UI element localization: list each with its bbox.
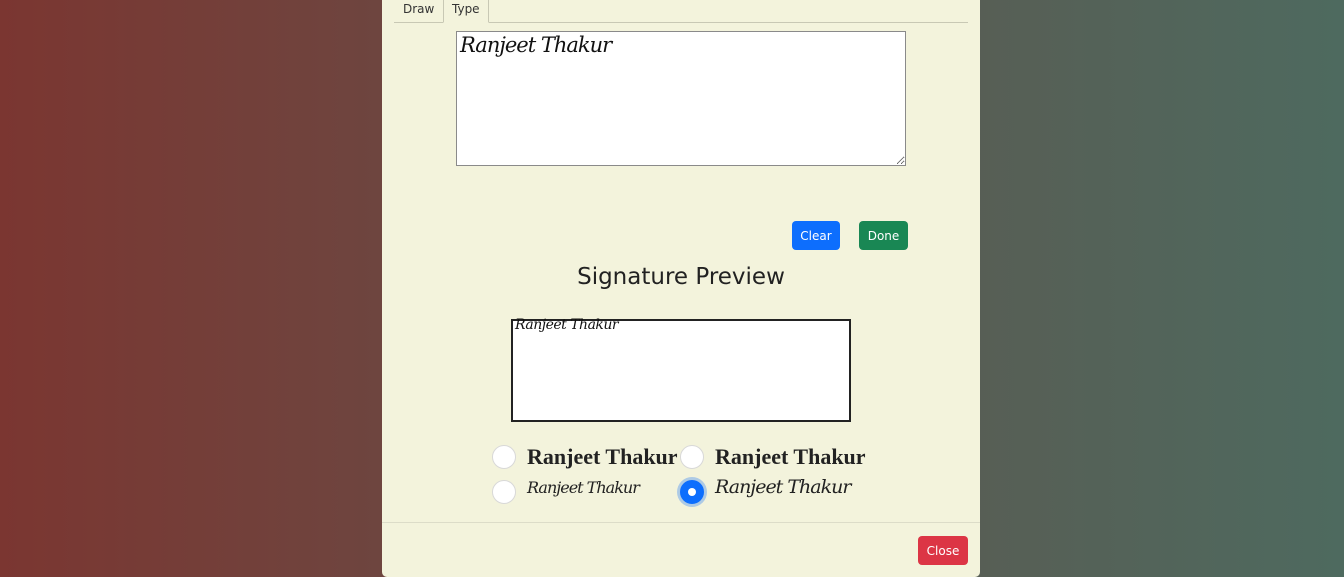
signature-tabs: Draw Type [394,0,968,23]
footer-divider [382,522,980,523]
style-option-2-label[interactable]: Ranjeet Thakur [715,444,866,470]
style-option-3-radio[interactable] [492,480,516,504]
signature-preview-text: Ranjeet Thakur [515,317,619,333]
signature-modal: Draw Type Ranjeet Thakur Clear Done Sign… [382,0,980,577]
signature-preview-title: Signature Preview [577,264,785,290]
style-option-4-label[interactable]: Ranjeet Thakur [715,476,851,498]
style-option-4-radio[interactable] [680,480,704,504]
signature-preview-box: Ranjeet Thakur [511,317,851,422]
tab-type[interactable]: Type [443,0,489,23]
style-option-3-label[interactable]: Ranjeet Thakur [527,478,640,497]
style-option-2-radio[interactable] [680,445,704,469]
style-option-1-label[interactable]: Ranjeet Thakur [527,444,678,470]
tab-draw[interactable]: Draw [395,0,442,23]
done-button[interactable]: Done [859,221,908,250]
clear-button[interactable]: Clear [792,221,840,250]
style-option-1-radio[interactable] [492,445,516,469]
signature-text-input[interactable]: Ranjeet Thakur [456,31,906,166]
close-button[interactable]: Close [918,536,968,565]
